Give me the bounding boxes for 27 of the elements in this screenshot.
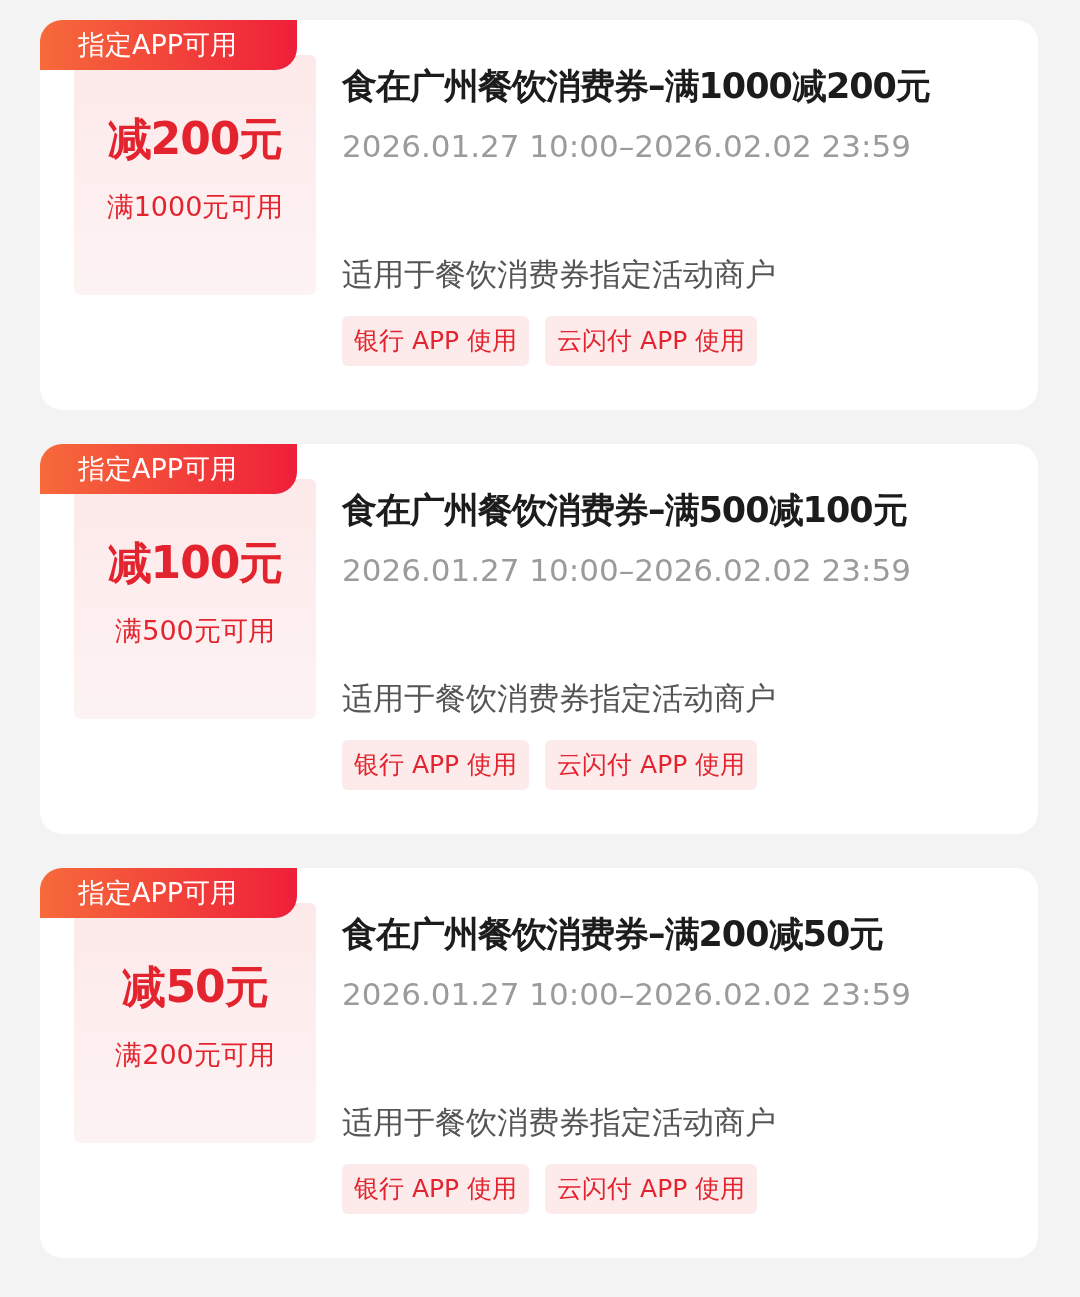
channel-tag: 银行 APP 使用: [342, 740, 530, 790]
coupon-badge: 指定APP可用: [40, 444, 297, 494]
usage-scope: 适用于餐饮消费券指定活动商户: [342, 1103, 777, 1142]
channel-tag: 银行 APP 使用: [342, 1164, 530, 1214]
channel-tag: 云闪付 APP 使用: [545, 316, 758, 366]
coupon-card[interactable]: 指定APP可用 减50元 满200元可用 食在广州餐饮消费券–满200减50元 2026.01.27 10:00–2026.02.02 23:59 适用于餐饮消费券指定活动商户 银行 APP 使用 云闪付 APP 使用: [40, 868, 1038, 1258]
channel-tag: 云闪付 APP 使用: [545, 740, 758, 790]
usage-scope: 适用于餐饮消费券指定活动商户: [342, 255, 777, 294]
coupon-title: 食在广州餐饮消费券–满200减50元: [342, 913, 885, 956]
discount-amount: 减100元: [107, 536, 283, 590]
coupon-badge: 指定APP可用: [40, 20, 297, 70]
validity-period: 2026.01.27 10:00–2026.02.02 23:59: [342, 128, 912, 164]
discount-condition: 满1000元可用: [106, 190, 284, 224]
coupon-card[interactable]: 指定APP可用 减100元 满500元可用 食在广州餐饮消费券–满500减100元 2026.01.27 10:00–2026.02.02 23:59 适用于餐饮消费券指定活动商户 银行 APP 使用 云闪付 APP 使用: [40, 444, 1038, 834]
coupon-card[interactable]: 指定APP可用 减200元 满1000元可用 食在广州餐饮消费券–满1000减200元 2026.01.27 10:00–2026.02.02 23:59 适用于餐饮消费券指定活动商户 银行 APP 使用 云闪付 APP 使用: [40, 20, 1038, 410]
validity-period: 2026.01.27 10:00–2026.02.02 23:59: [342, 976, 911, 1012]
channel-tag: 银行 APP 使用: [342, 316, 530, 366]
coupon-title: 食在广州餐饮消费券–满500减100元: [342, 489, 908, 532]
discount-amount: 减200元: [107, 112, 283, 166]
usage-scope: 适用于餐饮消费券指定活动商户: [342, 679, 777, 718]
discount-condition: 满200元可用: [115, 1038, 275, 1072]
discount-condition: 满500元可用: [115, 614, 275, 648]
coupon-title: 食在广州餐饮消费券–满1000减200元: [342, 65, 930, 108]
coupon-badge: 指定APP可用: [40, 868, 297, 918]
validity-period: 2026.01.27 10:00–2026.02.02 23:59: [342, 552, 911, 588]
discount-amount: 减50元: [122, 960, 268, 1014]
channel-tag: 云闪付 APP 使用: [545, 1164, 758, 1214]
